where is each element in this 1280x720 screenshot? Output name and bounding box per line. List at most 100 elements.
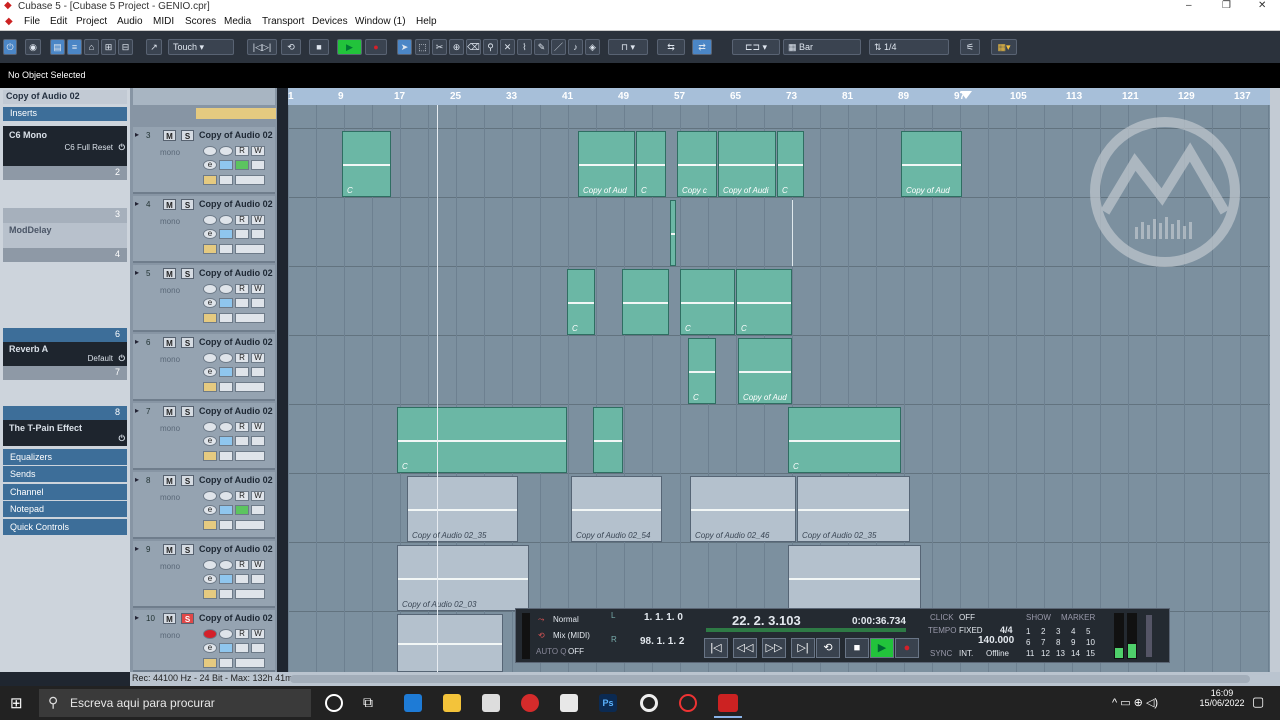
record-enable-button[interactable] [203, 353, 217, 363]
monitor-button[interactable] [219, 284, 233, 294]
timebase-button[interactable] [251, 367, 265, 377]
constrain-delay-button[interactable]: ◉ [25, 39, 41, 55]
quick-controls-section[interactable]: Quick Controls [3, 519, 127, 535]
folder-track-controls[interactable] [196, 108, 276, 119]
write-automation-button[interactable]: W [251, 215, 265, 225]
audio-event[interactable] [593, 407, 623, 473]
snap-to-zero-crossing-button[interactable]: ⚟ [960, 39, 980, 55]
audio-event[interactable]: C [736, 269, 792, 335]
monitor-button[interactable] [219, 146, 233, 156]
menu-edit[interactable]: Edit [50, 16, 67, 27]
project-cursor[interactable] [437, 105, 438, 672]
track-presets-button[interactable] [235, 244, 265, 254]
expand-arrow-icon[interactable]: ▸ [135, 199, 139, 208]
write-automation-button[interactable]: W [251, 353, 265, 363]
audio-event[interactable] [670, 200, 676, 266]
equalizers-section[interactable]: Equalizers [3, 449, 127, 465]
insert-slot-1[interactable]: C6 Mono C6 Full Reset ⏻ [3, 126, 127, 168]
track-presets-button[interactable] [235, 658, 265, 668]
audio-event-marker[interactable] [792, 200, 793, 266]
track-presets-button[interactable] [235, 175, 265, 185]
mute-button[interactable]: M [163, 544, 176, 555]
audio-event[interactable] [788, 545, 921, 611]
cycle-markers-button[interactable]: |◁▷| [247, 39, 277, 55]
monitor-button[interactable] [219, 422, 233, 432]
marker-button[interactable]: 9 [1071, 638, 1075, 647]
show-infoline-button[interactable]: ≡ [67, 39, 82, 55]
write-automation-button[interactable]: W [251, 560, 265, 570]
audio-event[interactable]: C [777, 131, 804, 197]
read-automation-button[interactable]: R [235, 353, 249, 363]
marker-button[interactable]: 6 [1026, 638, 1030, 647]
expand-arrow-icon[interactable]: ▸ [135, 130, 139, 139]
nudge-palette[interactable]: ⊓ ▾ [608, 39, 648, 55]
insert-slot-8-header[interactable]: 8 [3, 406, 127, 420]
solo-button[interactable]: S [181, 337, 194, 348]
sends-section[interactable]: Sends [3, 466, 127, 482]
time-signature[interactable]: 4/4 [1000, 625, 1013, 635]
marker-button[interactable]: 2 [1041, 627, 1045, 636]
solo-button[interactable]: S [181, 475, 194, 486]
audio-event[interactable]: Copy of Aud [578, 131, 635, 197]
grid-type-select[interactable]: ▦ Bar [783, 39, 861, 55]
menu-media[interactable]: Media [224, 16, 251, 27]
write-automation-button[interactable]: W [251, 491, 265, 501]
lane-button[interactable] [219, 505, 233, 515]
tempo-value[interactable]: 140.000 [978, 635, 1014, 646]
inspector-track-name[interactable]: Copy of Audio 02 [3, 90, 127, 104]
sync-mode[interactable]: INT. [959, 649, 973, 658]
menu-project[interactable]: Project [76, 16, 107, 27]
read-automation-button[interactable]: R [235, 491, 249, 501]
cycle-button[interactable]: ⟲ [281, 39, 301, 55]
app-icon[interactable] [679, 694, 697, 712]
auto-q-state[interactable]: OFF [568, 647, 584, 656]
read-automation-button[interactable]: R [235, 422, 249, 432]
freeze-button[interactable] [235, 643, 249, 653]
show-markers-label[interactable]: SHOW [1026, 613, 1051, 622]
transport-cycle-button[interactable]: ⟲ [816, 638, 840, 658]
lock-button[interactable] [203, 382, 217, 392]
track-name[interactable]: Copy of Audio 02 [199, 199, 273, 209]
rewind-button[interactable]: ◁◁ [733, 638, 757, 658]
taskbar-clock[interactable]: 16:09 15/06/2022 [1198, 688, 1246, 708]
audio-event[interactable] [397, 614, 503, 672]
transport-stop-button[interactable]: ■ [845, 638, 869, 658]
split-tool-icon[interactable]: ✂ [432, 39, 447, 55]
screen-recorder-icon[interactable] [521, 694, 539, 712]
track-header[interactable]: 8 M S Copy of Audio 02 mono R We ▸ [133, 472, 275, 539]
go-to-start-button[interactable]: |◁ [704, 638, 728, 658]
position-slider[interactable] [706, 628, 906, 632]
edit-channel-button[interactable]: e [203, 436, 217, 446]
play-button[interactable]: ▶ [337, 39, 362, 55]
insert-slot-6-header[interactable]: 6 [3, 328, 127, 342]
transport-play-button[interactable]: ▶ [870, 638, 894, 658]
audio-event[interactable]: C [342, 131, 391, 197]
freeze-button[interactable] [235, 505, 249, 515]
solo-button[interactable]: S [181, 613, 194, 624]
insert-preset[interactable]: C6 Full Reset [65, 143, 113, 152]
track-presets-button[interactable] [235, 451, 265, 461]
menu-help[interactable]: Help [416, 16, 437, 27]
zoom-tool-icon[interactable]: ⚲ [483, 39, 498, 55]
marker-button[interactable]: 10 [1086, 638, 1095, 647]
track-header[interactable]: 7 M S Copy of Audio 02 mono R We ▸ [133, 403, 275, 470]
color-palette-button[interactable]: ▦▾ [991, 39, 1017, 55]
monitor-button[interactable] [219, 491, 233, 501]
track-name[interactable]: Copy of Audio 02 [199, 544, 273, 554]
inserts-section-header[interactable]: Inserts [3, 107, 127, 121]
record-button[interactable]: ● [365, 39, 387, 55]
insert-slot-7[interactable]: 7 [3, 366, 127, 380]
mute-button[interactable]: M [163, 406, 176, 417]
menu-audio[interactable]: Audio [117, 16, 143, 27]
track-presets-button[interactable] [235, 382, 265, 392]
audio-event[interactable]: C [680, 269, 735, 335]
show-inspector-button[interactable]: ▤ [50, 39, 65, 55]
insert-slot-4[interactable]: 4 [3, 248, 127, 262]
track-lane[interactable] [288, 105, 1270, 129]
record-enable-button[interactable] [203, 284, 217, 294]
monitor-button[interactable] [219, 353, 233, 363]
timebase-button[interactable] [251, 298, 265, 308]
freeze-button[interactable] [235, 574, 249, 584]
folder-button[interactable] [219, 451, 233, 461]
lock-button[interactable] [203, 244, 217, 254]
